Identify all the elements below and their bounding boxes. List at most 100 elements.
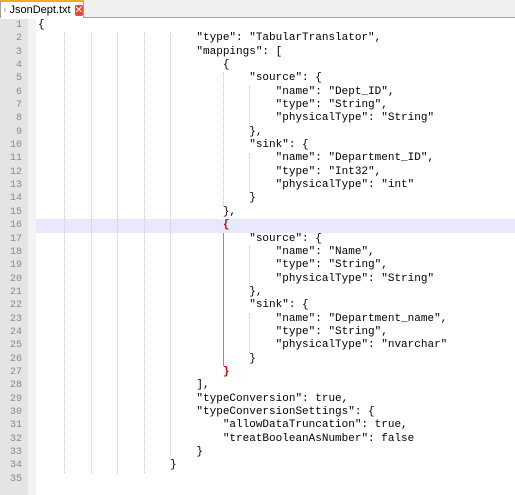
line-number: 22 xyxy=(9,300,22,312)
code-text: "type": "Int32", xyxy=(38,165,382,178)
line-number: 12 xyxy=(9,166,22,178)
line-highlight xyxy=(36,19,515,32)
line-number: 18 xyxy=(9,246,22,258)
line-number: 1 xyxy=(15,20,22,31)
code-text: { xyxy=(38,219,230,232)
code-line[interactable]: 31 "allowDataTruncation": true, xyxy=(0,419,515,432)
code-text: "name": "Name", xyxy=(38,245,375,258)
close-icon[interactable]: ✕ xyxy=(74,4,83,16)
line-number: 17 xyxy=(9,233,22,245)
indent-guide xyxy=(249,152,251,193)
line-number: 4 xyxy=(15,60,22,72)
code-line[interactable]: 11 "name": "Department_ID", xyxy=(0,152,515,165)
indent-guide xyxy=(64,32,66,473)
code-text: "physicalType": "String" xyxy=(38,272,435,285)
code-line[interactable]: 25 "physicalType": "nvarchar" xyxy=(0,339,515,352)
code-line[interactable]: 28 ], xyxy=(0,379,515,392)
code-line[interactable]: 2 "type": "TabularTranslator", xyxy=(0,32,515,45)
indent-guide xyxy=(249,245,251,286)
code-line[interactable]: 18 "name": "Name", xyxy=(0,246,515,259)
code-text: "physicalType": "nvarchar" xyxy=(38,339,448,352)
code-line[interactable]: 21 }, xyxy=(0,286,515,299)
code-line[interactable]: 35 xyxy=(0,473,515,486)
code-editor[interactable]: 1{2 "type": "TabularTranslator", 3 "mappi… xyxy=(0,19,515,486)
line-number: 14 xyxy=(9,193,22,205)
code-line[interactable]: 20 "physicalType": "String" xyxy=(0,273,515,286)
code-line[interactable]: 3 "mappings": [ xyxy=(0,46,515,59)
code-line[interactable]: 22 "sink": { xyxy=(0,299,515,312)
indent-guide xyxy=(90,32,92,473)
code-line[interactable]: 10 "sink": { xyxy=(0,139,515,152)
line-number: 34 xyxy=(9,460,22,472)
indent-guide xyxy=(222,232,224,367)
code-line[interactable]: 1{ xyxy=(0,19,515,32)
line-number: 19 xyxy=(9,260,22,272)
code-line[interactable]: 29 "typeConversion": true, xyxy=(0,393,515,406)
code-line[interactable]: 8 "physicalType": "String" xyxy=(0,112,515,125)
code-line[interactable]: 19 "type": "String", xyxy=(0,259,515,272)
indent-guide xyxy=(249,85,251,126)
line-number: 28 xyxy=(9,380,22,392)
tab-title: JsonDept.txt xyxy=(9,4,71,16)
code-line[interactable]: 16 { xyxy=(0,219,515,233)
line-number: 35 xyxy=(9,473,22,485)
code-line[interactable]: 27 } xyxy=(0,366,515,379)
code-text: "sink": { xyxy=(38,139,309,152)
code-line[interactable]: 6 "name": "Dept_ID", xyxy=(0,86,515,99)
indent-guide xyxy=(143,32,145,473)
line-number: 16 xyxy=(9,220,22,232)
line-number: 23 xyxy=(9,313,22,325)
code-line[interactable]: 34 } xyxy=(0,459,515,472)
code-text: "physicalType": "String" xyxy=(38,112,435,125)
line-number: 13 xyxy=(9,180,22,192)
line-number: 11 xyxy=(9,153,22,165)
code-line[interactable]: 24 "type": "String", xyxy=(0,326,515,339)
line-number: 8 xyxy=(15,113,22,125)
code-line[interactable]: 17 "source": { xyxy=(0,233,515,246)
code-text: "mappings": [ xyxy=(38,45,283,58)
line-number: 32 xyxy=(9,433,22,445)
code-text: "type": "TabularTranslator", xyxy=(38,32,382,45)
code-line[interactable]: 14 } xyxy=(0,192,515,205)
code-text: { xyxy=(38,59,230,72)
code-text: "source": { xyxy=(38,232,322,245)
code-line[interactable]: 30 "typeConversionSettings": { xyxy=(0,406,515,419)
code-text: } xyxy=(38,365,230,379)
code-line[interactable]: 26 } xyxy=(0,353,515,366)
line-number: 6 xyxy=(15,86,22,98)
code-text: "typeConversionSettings": { xyxy=(38,405,375,418)
indent-guide xyxy=(222,72,224,206)
indent-guide xyxy=(117,32,119,473)
code-line[interactable]: 15 }, xyxy=(0,206,515,219)
code-line[interactable]: 12 "type": "Int32", xyxy=(0,166,515,179)
line-number: 20 xyxy=(9,273,22,285)
tab-bar: JsonDept.txt ✕ xyxy=(0,0,515,18)
code-text: "name": "Department_ID", xyxy=(38,152,435,165)
line-number: 29 xyxy=(9,393,22,405)
code-text: }, xyxy=(38,205,237,218)
line-highlight xyxy=(36,473,515,486)
indent-guide xyxy=(249,312,251,353)
code-line[interactable]: 32 "treatBooleanAsNumber": false xyxy=(0,433,515,446)
code-line[interactable]: 33 } xyxy=(0,446,515,459)
line-number: 2 xyxy=(15,33,22,45)
code-line[interactable]: 5 "source": { xyxy=(0,72,515,85)
line-number: 25 xyxy=(9,340,22,352)
line-number: 10 xyxy=(9,140,22,152)
code-line[interactable]: 4 { xyxy=(0,59,515,72)
code-line[interactable]: 9 }, xyxy=(0,126,515,139)
line-number: 3 xyxy=(15,46,22,58)
code-line[interactable]: 13 "physicalType": "int" xyxy=(0,179,515,192)
code-line[interactable]: 23 "name": "Department_name", xyxy=(0,313,515,326)
tab-jsondept[interactable]: JsonDept.txt ✕ xyxy=(0,0,84,18)
code-text: "name": "Department_name", xyxy=(38,312,448,325)
code-text: }, xyxy=(38,125,263,138)
line-number: 21 xyxy=(9,286,22,298)
code-text: } xyxy=(38,446,204,458)
code-text: { xyxy=(38,19,45,31)
matched-brace: { xyxy=(222,219,230,232)
code-line[interactable]: 7 "type": "String", xyxy=(0,99,515,112)
code-text: } xyxy=(38,459,177,472)
matched-brace: } xyxy=(222,365,230,378)
code-text: }, xyxy=(38,285,263,298)
